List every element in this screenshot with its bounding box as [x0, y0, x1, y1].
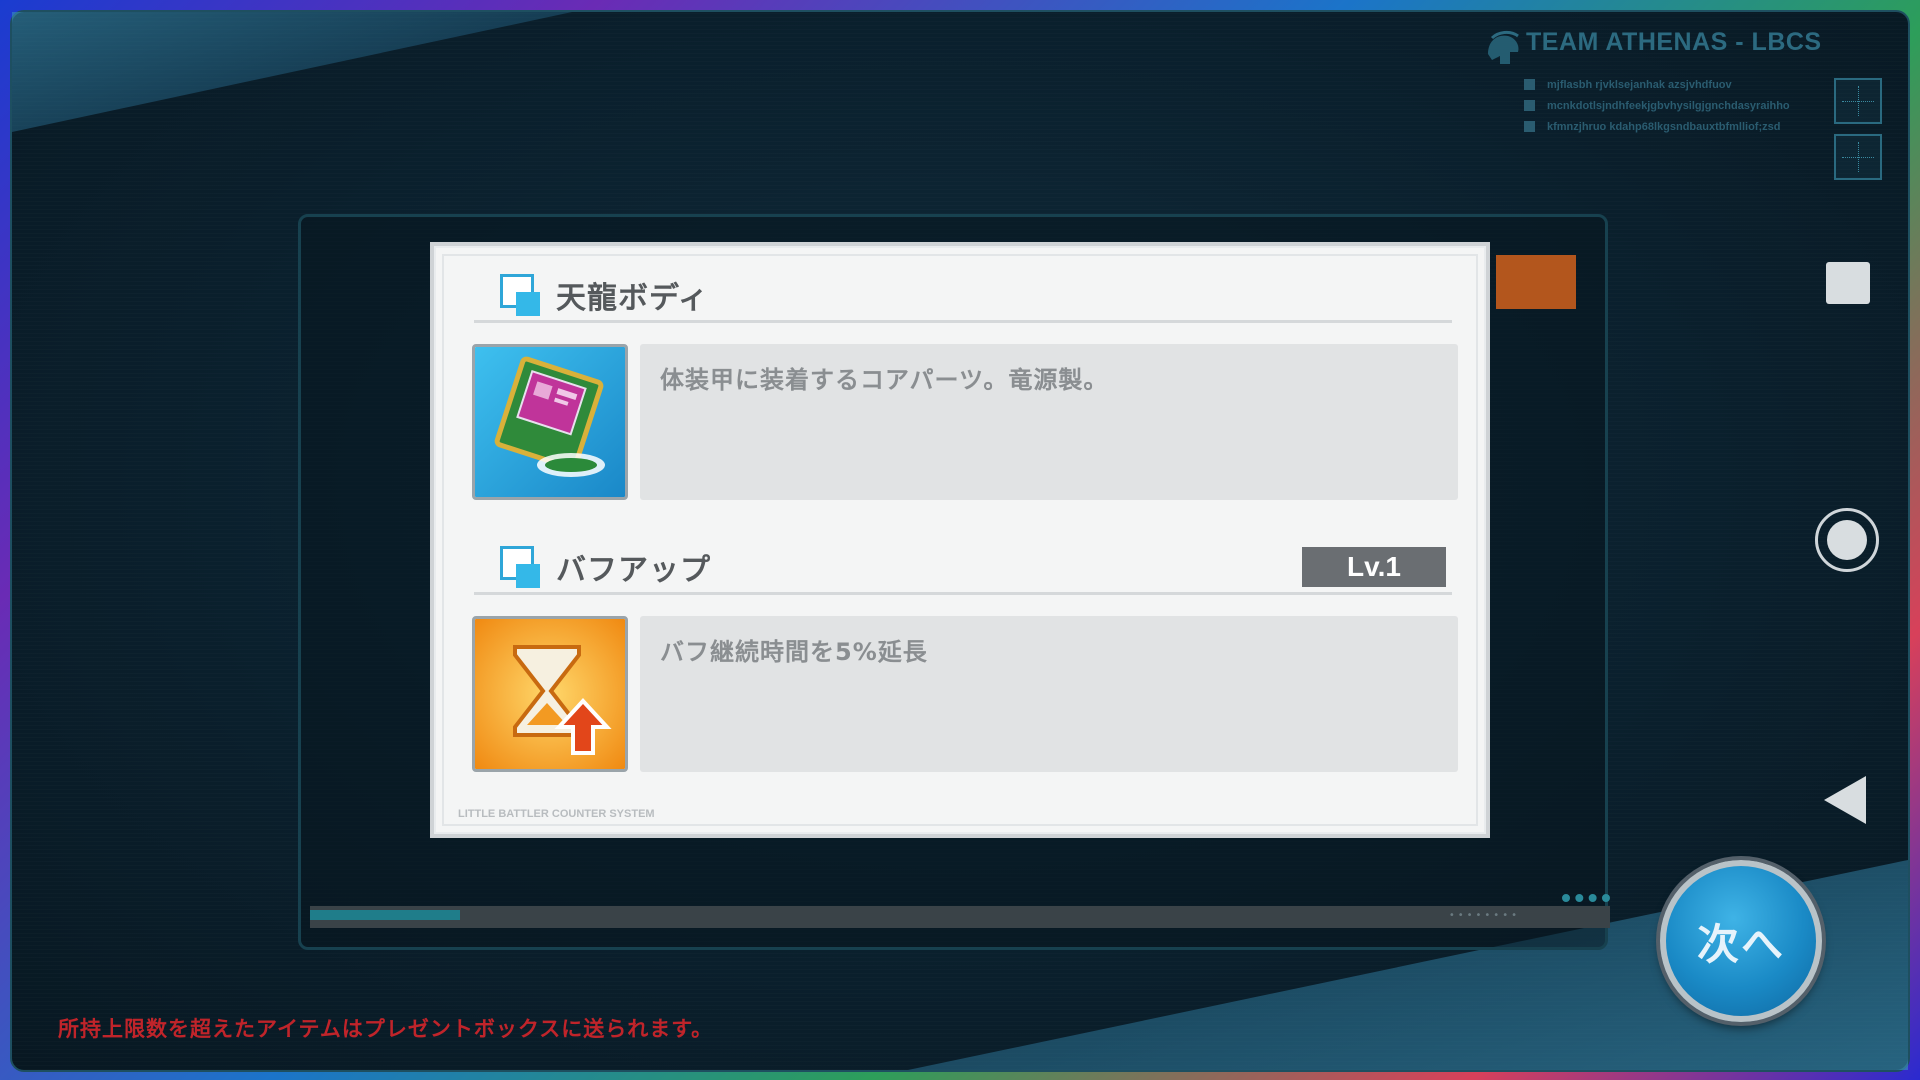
core-part-chip-icon: [472, 344, 628, 500]
item-description: 体装甲に装着するコアパーツ。竜源製。: [640, 344, 1458, 500]
section-square-icon: [500, 546, 542, 588]
overflow-notice: 所持上限数を超えたアイテムはプレゼントボックスに送られます。: [58, 1017, 714, 1041]
bullet-square-icon: [1524, 100, 1535, 111]
recent-apps-button[interactable]: [1826, 262, 1870, 304]
section-divider: [474, 592, 1452, 598]
next-button[interactable]: 次へ: [1660, 860, 1822, 1022]
level-badge: Lv.1: [1302, 547, 1446, 587]
bullet-square-icon: [1524, 79, 1535, 90]
progress-dots: ••••••••: [1448, 910, 1520, 921]
team-info-lines: mjflasbh rjvklsejanhak azsjvhdfuov mcnkd…: [1524, 74, 1824, 137]
grid-target-button[interactable]: [1834, 78, 1882, 124]
section-header-skill: バフアップ: [500, 542, 711, 592]
section-square-icon: [500, 274, 542, 316]
back-button[interactable]: [1824, 776, 1866, 824]
section-header-part: 天龍ボディ: [500, 270, 709, 320]
team-info-line: mjflasbh rjvklsejanhak azsjvhdfuov: [1524, 74, 1824, 95]
home-button[interactable]: [1815, 508, 1879, 572]
section-title: バフアップ: [556, 553, 711, 588]
grid-target-button[interactable]: [1834, 134, 1882, 180]
item-detail-dialog: 天龍ボディ 体装甲に装着するコアパーツ。竜源製。 バフアップ Lv.1 バフ継続…: [430, 242, 1490, 838]
team-info-line: mcnkdotlsjndhfeekjgbvhysilgjgnchdasyraih…: [1524, 95, 1824, 116]
team-title: TEAM ATHENAS - LBCS: [1526, 28, 1822, 56]
progress-bar: ••••••••: [310, 894, 1610, 928]
system-footer-label: LITTLE BATTLER COUNTER SYSTEM: [458, 808, 655, 820]
spartan-helmet-icon: [1488, 30, 1519, 64]
progress-fill: [310, 910, 460, 920]
progress-teal-dots: [1562, 894, 1610, 902]
team-info-line: kfmnzjhruo kdahp68lkgsndbauxtbfmlliof;zs…: [1524, 116, 1824, 137]
bullet-square-icon: [1524, 121, 1535, 132]
section-divider: [474, 320, 1452, 326]
skill-description: バフ継続時間を5%延長: [640, 616, 1458, 772]
hourglass-up-icon: [472, 616, 628, 772]
corner-stripe-top-left: [12, 12, 572, 132]
orange-tab: [1496, 255, 1576, 309]
section-title: 天龍ボディ: [556, 281, 709, 316]
